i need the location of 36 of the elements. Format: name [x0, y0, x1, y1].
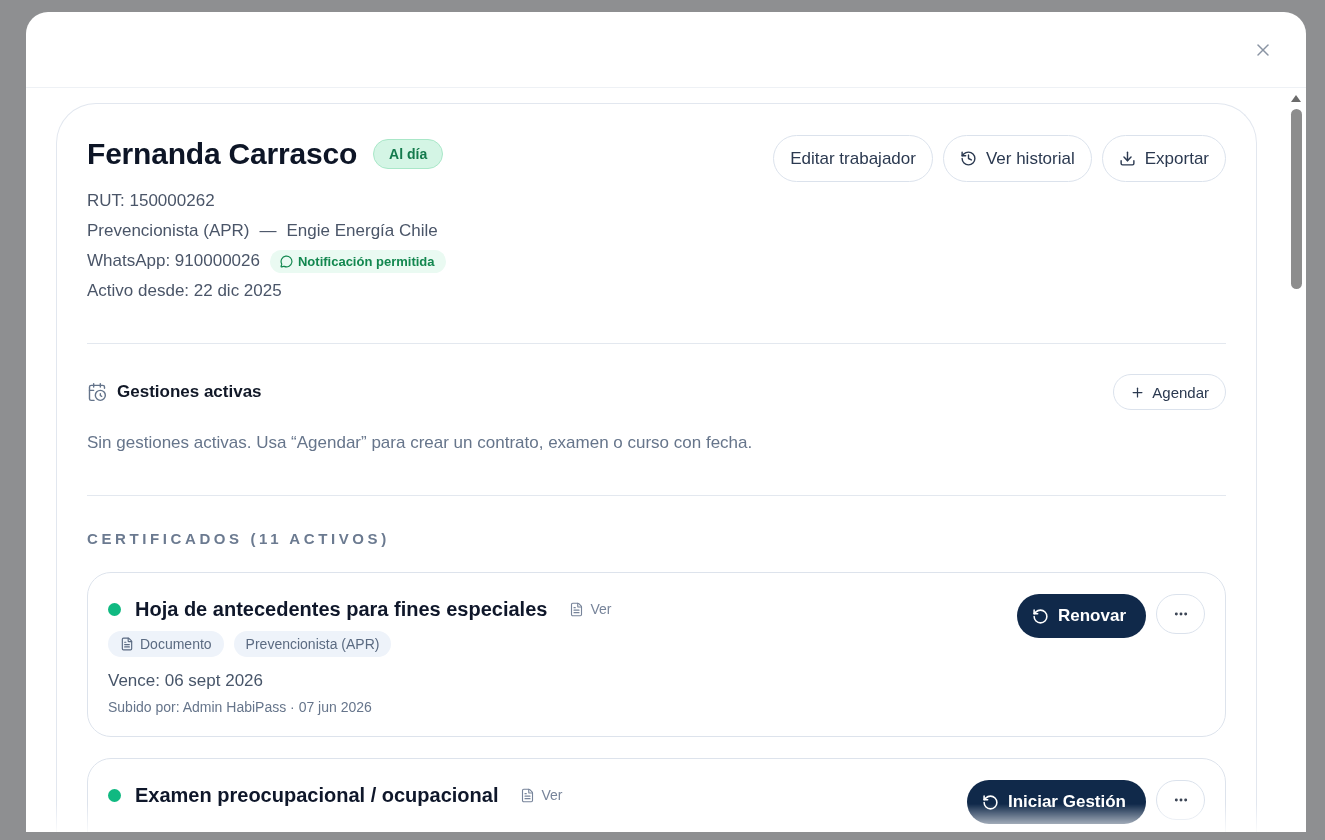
section-title: Gestiones activas	[117, 382, 262, 402]
certificate-title: Hoja de antecedentes para fines especiales	[135, 597, 548, 621]
worker-name: Fernanda Carrasco	[87, 137, 358, 171]
refresh-icon	[1031, 607, 1049, 625]
certificate-action-button[interactable]: Iniciar Gestión	[966, 780, 1146, 824]
scroll-up-icon[interactable]	[1291, 95, 1301, 102]
empty-state-text: Sin gestiones activas. Usa “Agendar” para crear un contrato, examen o curso con fecha.	[87, 432, 754, 454]
header-action-button[interactable]: Ver historial	[942, 135, 1092, 182]
certificate-tag: Documento	[108, 631, 224, 657]
chat-bubble-icon	[279, 254, 293, 268]
header-action-button[interactable]: Editar trabajador	[773, 135, 933, 182]
notification-badge: Notificación permitida	[269, 249, 446, 273]
calendar-clock-icon	[87, 382, 107, 402]
document-icon	[569, 601, 585, 617]
plus-icon	[1130, 384, 1146, 400]
certificate-tag: Prevencionista (APR)	[233, 631, 392, 657]
header-action-button[interactable]: Exportar	[1101, 135, 1226, 182]
active-since-text: Activo desde: 22 dic 2025	[87, 280, 283, 302]
whatsapp-text: WhatsApp: 910000026	[87, 251, 260, 271]
status-badge: Al día	[373, 139, 444, 169]
document-icon	[520, 787, 536, 803]
scrollbar-thumb[interactable]	[1290, 109, 1302, 289]
rut-text: RUT: 150000262	[87, 190, 216, 212]
certificates-heading: CERTIFICADOS (11 ACTIVOS)	[87, 529, 391, 549]
expiry-date-text: Vence: 06 sept 2026	[108, 670, 265, 692]
refresh-icon	[981, 793, 999, 811]
schedule-button[interactable]: Agendar	[1113, 374, 1226, 410]
certificate-action-button[interactable]: Renovar	[1016, 594, 1146, 638]
document-icon	[120, 637, 134, 651]
uploaded-by-text: Subido por: Admin HabiPass · 07 jun 2026	[108, 698, 373, 717]
role-company-text: Prevencionista (APR) — Engie Energía Chile	[87, 220, 439, 242]
certificate-title: Examen preocupacional / ocupacional	[135, 783, 499, 807]
download-icon	[1118, 150, 1136, 167]
view-link[interactable]: Ver	[569, 601, 612, 617]
view-link[interactable]: Ver	[520, 787, 563, 803]
history-icon	[959, 150, 977, 167]
